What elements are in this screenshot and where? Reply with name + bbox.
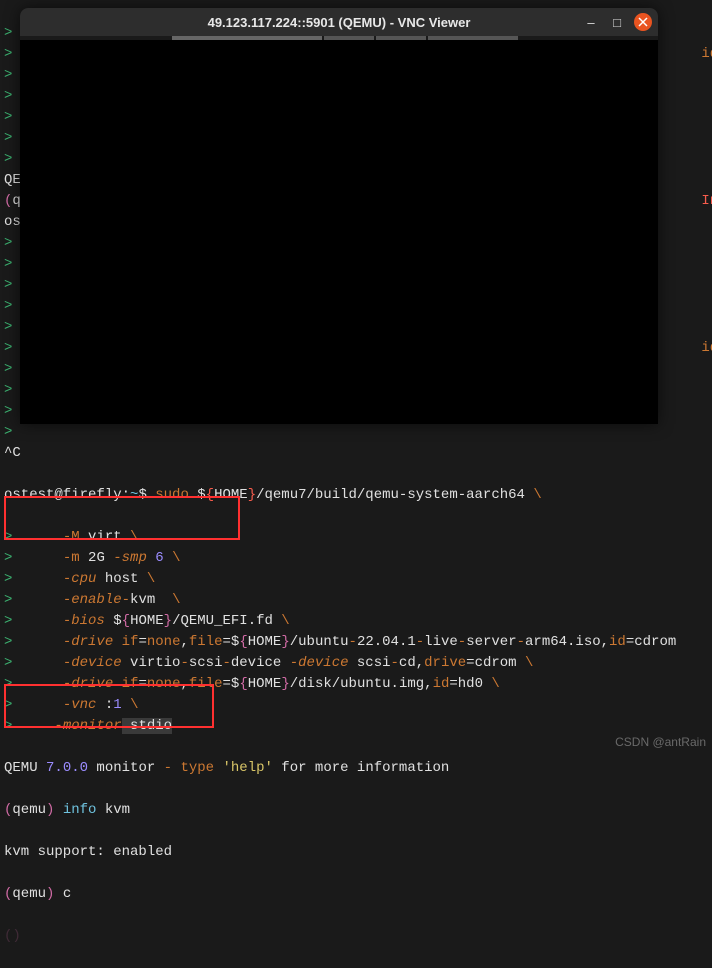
close-icon (638, 17, 648, 27)
vnc-window[interactable]: 49.123.117.224::5901 (QEMU) - VNC Viewer… (20, 8, 658, 424)
qemu-prompt-info: (qemu) info kvm (4, 800, 708, 821)
terminal-line: > -cpu host \ (4, 569, 708, 590)
terminal-line: > -vnc :1 \ (4, 695, 708, 716)
minimize-button[interactable]: – (582, 13, 600, 31)
kvm-support-line: kvm support: enabled (4, 842, 708, 863)
maximize-button[interactable]: □ (608, 13, 626, 31)
terminal-line: > -M virt \ (4, 527, 708, 548)
terminal-line: > (4, 422, 708, 443)
watermark: CSDN @antRain (615, 735, 706, 749)
vnc-tabstrip (20, 36, 658, 40)
qemu-prompt-empty: () (4, 926, 708, 947)
vnc-titlebar[interactable]: 49.123.117.224::5901 (QEMU) - VNC Viewer… (20, 8, 658, 36)
terminal-line: > -monitor stdio (4, 716, 708, 737)
terminal-line: > -bios ${HOME}/QEMU_EFI.fd \ (4, 611, 708, 632)
command-line: ostest@firefly:~$ sudo ${HOME}/qemu7/bui… (4, 485, 708, 506)
close-button[interactable] (634, 13, 652, 31)
terminal-line: > -device virtio-scsi-device -device scs… (4, 653, 708, 674)
vnc-title: 49.123.117.224::5901 (QEMU) - VNC Viewer (208, 15, 471, 30)
terminal-line: > -drive if=none,file=${HOME}/disk/ubunt… (4, 674, 708, 695)
terminal-line: > -m 2G -smp 6 \ (4, 548, 708, 569)
terminal-line: > -enable-kvm \ (4, 590, 708, 611)
qemu-monitor-line: QEMU 7.0.0 monitor - type 'help' for mor… (4, 758, 708, 779)
terminal-line: > -drive if=none,file=${HOME}/ubuntu-22.… (4, 632, 708, 653)
qemu-prompt-c: (qemu) c (4, 884, 708, 905)
terminal-line: ^C (4, 443, 708, 464)
